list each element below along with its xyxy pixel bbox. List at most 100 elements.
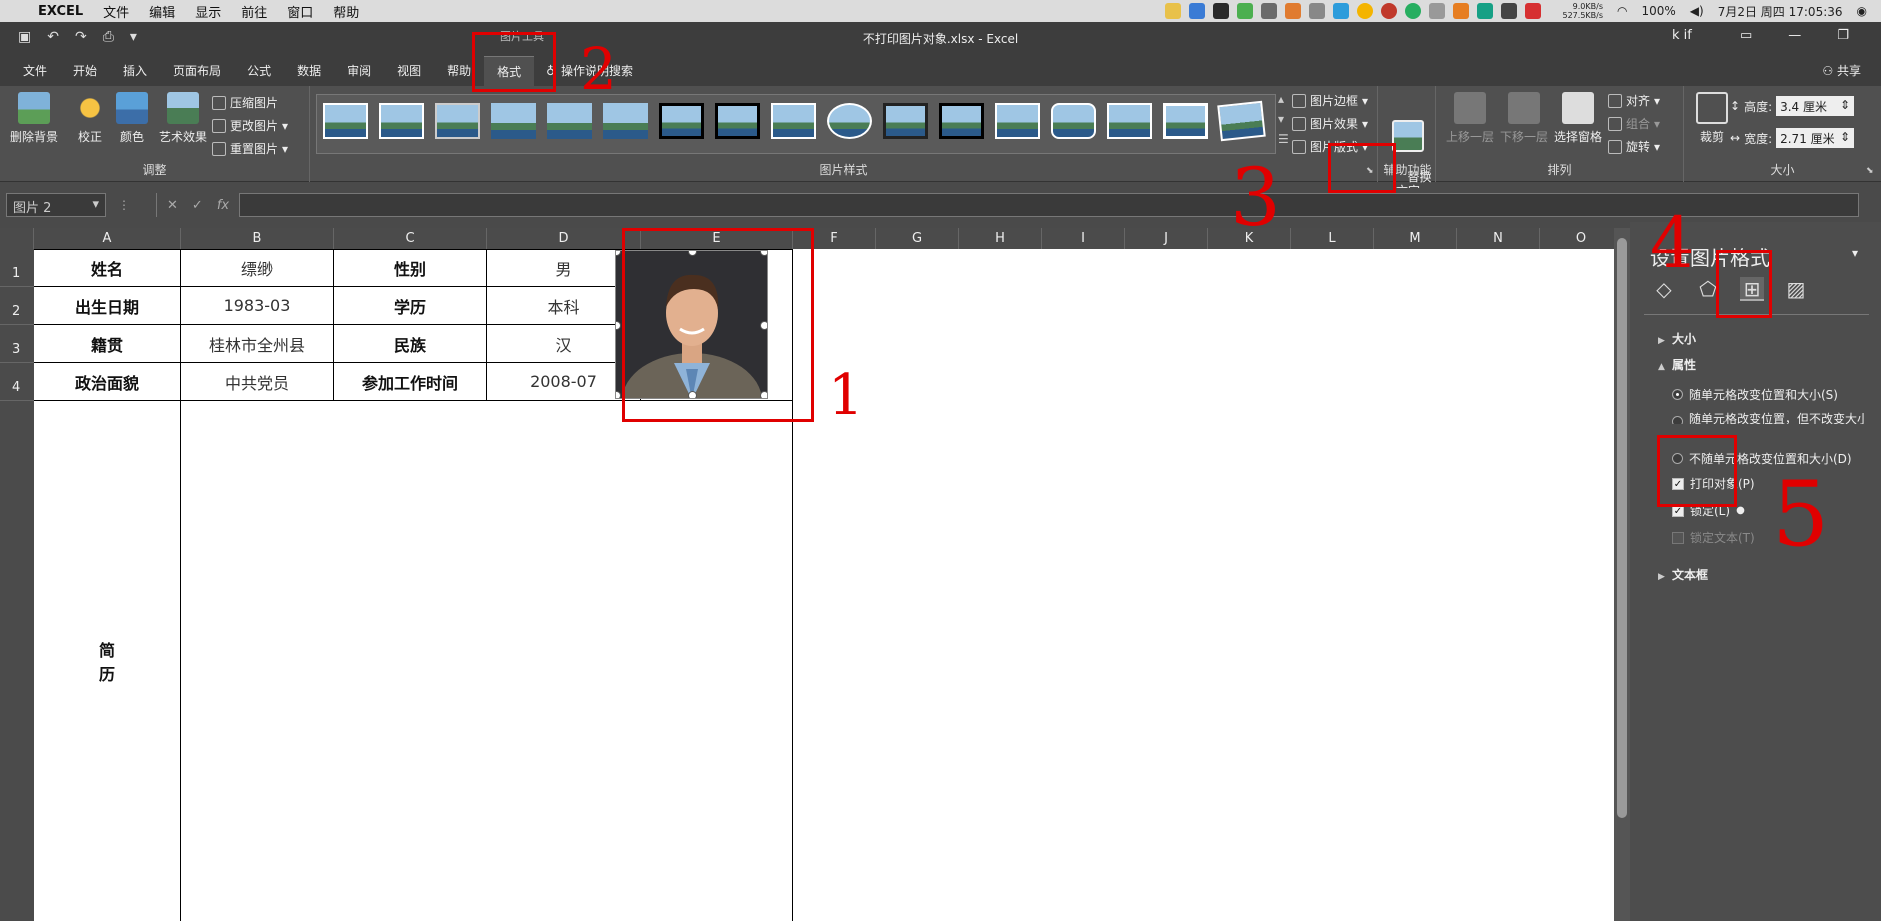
- group-objects-button[interactable]: 组合 ▾: [1608, 115, 1660, 132]
- resize-handle[interactable]: [616, 391, 621, 398]
- picture-style-thumb[interactable]: [939, 103, 984, 139]
- column-header-b[interactable]: B: [181, 228, 334, 249]
- picture-style-thumb[interactable]: [323, 103, 368, 139]
- tab-page-layout[interactable]: 页面布局: [160, 56, 234, 86]
- tray-app-icon[interactable]: [1452, 3, 1469, 19]
- gallery-scroll-up-icon[interactable]: ▴: [1278, 92, 1284, 106]
- picture-style-thumb[interactable]: [715, 103, 760, 139]
- tray-app-icon[interactable]: [1236, 3, 1253, 19]
- cell-resume-label[interactable]: 简 历: [34, 401, 181, 921]
- height-input[interactable]: 3.4 厘米 ⇕: [1776, 96, 1855, 116]
- option-move-only[interactable]: 随单元格改变位置，但不改变大小(M): [1672, 410, 1865, 424]
- flash-icon[interactable]: [1380, 3, 1397, 19]
- column-header-g[interactable]: G: [876, 228, 959, 249]
- tray-app-icon[interactable]: [1332, 3, 1349, 19]
- tray-app-icon[interactable]: [1308, 3, 1325, 19]
- name-box-dropdown-icon[interactable]: ▾: [92, 197, 99, 213]
- checkbox-unchecked[interactable]: [1672, 531, 1684, 544]
- wifi-icon[interactable]: ◠: [1617, 4, 1627, 18]
- select-all-corner[interactable]: [0, 228, 34, 249]
- minimize-icon[interactable]: —: [1788, 28, 1801, 43]
- qq-icon[interactable]: [1164, 3, 1181, 19]
- datetime[interactable]: 7月2日 周四 17:05:36: [1718, 3, 1843, 20]
- gallery-scroll-down-icon[interactable]: ▾: [1278, 112, 1284, 126]
- row-header-3[interactable]: 3: [0, 325, 34, 363]
- picture-style-thumb[interactable]: [379, 103, 424, 139]
- menu-go[interactable]: 前往: [231, 2, 277, 21]
- wechat-icon[interactable]: [1500, 3, 1517, 19]
- tab-formulas[interactable]: 公式: [234, 56, 284, 86]
- menu-view[interactable]: 显示: [185, 2, 231, 21]
- column-header-d[interactable]: D: [487, 228, 641, 249]
- option-lock-text[interactable]: 锁定文本(T): [1672, 529, 1755, 546]
- remove-background-button[interactable]: 删除背景: [6, 92, 62, 145]
- column-header-a[interactable]: A: [34, 228, 181, 249]
- scrollbar-thumb[interactable]: [1617, 238, 1627, 818]
- tab-view[interactable]: 视图: [384, 56, 434, 86]
- menu-help[interactable]: 帮助: [323, 2, 369, 21]
- cell-c4[interactable]: 参加工作时间: [334, 363, 487, 401]
- cell-b1[interactable]: 缥缈: [181, 249, 334, 287]
- section-size[interactable]: ▶ 大小: [1658, 330, 1696, 347]
- picture-style-thumb[interactable]: [547, 103, 592, 139]
- cell-a4[interactable]: 政治面貌: [34, 363, 181, 401]
- compress-pictures-button[interactable]: 压缩图片: [212, 94, 278, 111]
- cell-b2[interactable]: 1983-03: [181, 287, 334, 325]
- enter-icon[interactable]: ✓: [192, 198, 203, 213]
- cell-c1[interactable]: 性别: [334, 249, 487, 287]
- picture-icon[interactable]: ▨: [1784, 277, 1808, 301]
- section-textbox[interactable]: ▶ 文本框: [1658, 566, 1708, 583]
- user-name[interactable]: k if: [1672, 28, 1692, 43]
- menu-file[interactable]: 文件: [93, 2, 139, 21]
- insert-function-button[interactable]: fx: [217, 198, 229, 213]
- section-properties[interactable]: ▲ 属性: [1658, 356, 1696, 373]
- cell-b3[interactable]: 桂林市全州县: [181, 325, 334, 363]
- name-box[interactable]: 图片 2 ▾: [6, 193, 106, 217]
- ribbon-display-icon[interactable]: ▭: [1740, 28, 1752, 43]
- size-dialog-launcher-icon[interactable]: ⬊: [1866, 166, 1874, 176]
- width-input[interactable]: 2.71 厘米 ⇕: [1776, 128, 1855, 148]
- option-move-and-size[interactable]: 随单元格改变位置和大小(S): [1672, 386, 1838, 403]
- picture-style-thumb[interactable]: [659, 103, 704, 139]
- tab-home[interactable]: 开始: [60, 56, 110, 86]
- menu-edit[interactable]: 编辑: [139, 2, 185, 21]
- tab-insert[interactable]: 插入: [110, 56, 160, 86]
- column-header-o[interactable]: O: [1540, 228, 1623, 249]
- shield-icon[interactable]: [1212, 3, 1229, 19]
- row-header-1[interactable]: 1: [0, 249, 34, 287]
- picture-style-thumb[interactable]: [435, 103, 480, 139]
- radio-button[interactable]: [1672, 416, 1683, 424]
- picture-style-thumb[interactable]: [995, 103, 1040, 139]
- column-header-l[interactable]: L: [1291, 228, 1374, 249]
- menu-window[interactable]: 窗口: [277, 2, 323, 21]
- picture-style-thumb[interactable]: [1217, 100, 1266, 142]
- cell-a1[interactable]: 姓名: [34, 249, 181, 287]
- change-picture-button[interactable]: 更改图片 ▾: [212, 117, 288, 134]
- picture-effects-button[interactable]: 图片效果 ▾: [1292, 115, 1368, 132]
- restore-icon[interactable]: ❐: [1837, 28, 1849, 43]
- column-header-n[interactable]: N: [1457, 228, 1540, 249]
- gallery-more-icon[interactable]: ☰: [1278, 132, 1289, 146]
- tab-review[interactable]: 审阅: [334, 56, 384, 86]
- cell-resume-content[interactable]: [181, 401, 793, 921]
- picture-style-thumb[interactable]: [603, 103, 648, 139]
- cell-a2[interactable]: 出生日期: [34, 287, 181, 325]
- bring-forward-button[interactable]: 上移一层: [1444, 92, 1496, 145]
- menu-app-name[interactable]: EXCEL: [28, 4, 93, 19]
- send-backward-button[interactable]: 下移一层: [1498, 92, 1550, 145]
- formula-input[interactable]: [239, 193, 1860, 217]
- column-header-c[interactable]: C: [334, 228, 487, 249]
- cell-a3[interactable]: 籍贯: [34, 325, 181, 363]
- selection-pane-button[interactable]: 选择窗格: [1552, 92, 1604, 145]
- picture-border-button[interactable]: 图片边框 ▾: [1292, 92, 1368, 109]
- chrome-icon[interactable]: [1356, 3, 1373, 19]
- cell-b4[interactable]: 中共党员: [181, 363, 334, 401]
- vertical-scrollbar[interactable]: [1614, 228, 1630, 921]
- tray-app-icon[interactable]: [1428, 3, 1445, 19]
- align-button[interactable]: 对齐 ▾: [1608, 92, 1660, 109]
- spinner-icon[interactable]: ⇕: [1840, 130, 1850, 146]
- picture-style-thumb[interactable]: [1051, 103, 1096, 139]
- column-header-h[interactable]: H: [959, 228, 1042, 249]
- volume-icon[interactable]: ◀): [1690, 4, 1704, 18]
- spinner-icon[interactable]: ⇕: [1840, 98, 1850, 114]
